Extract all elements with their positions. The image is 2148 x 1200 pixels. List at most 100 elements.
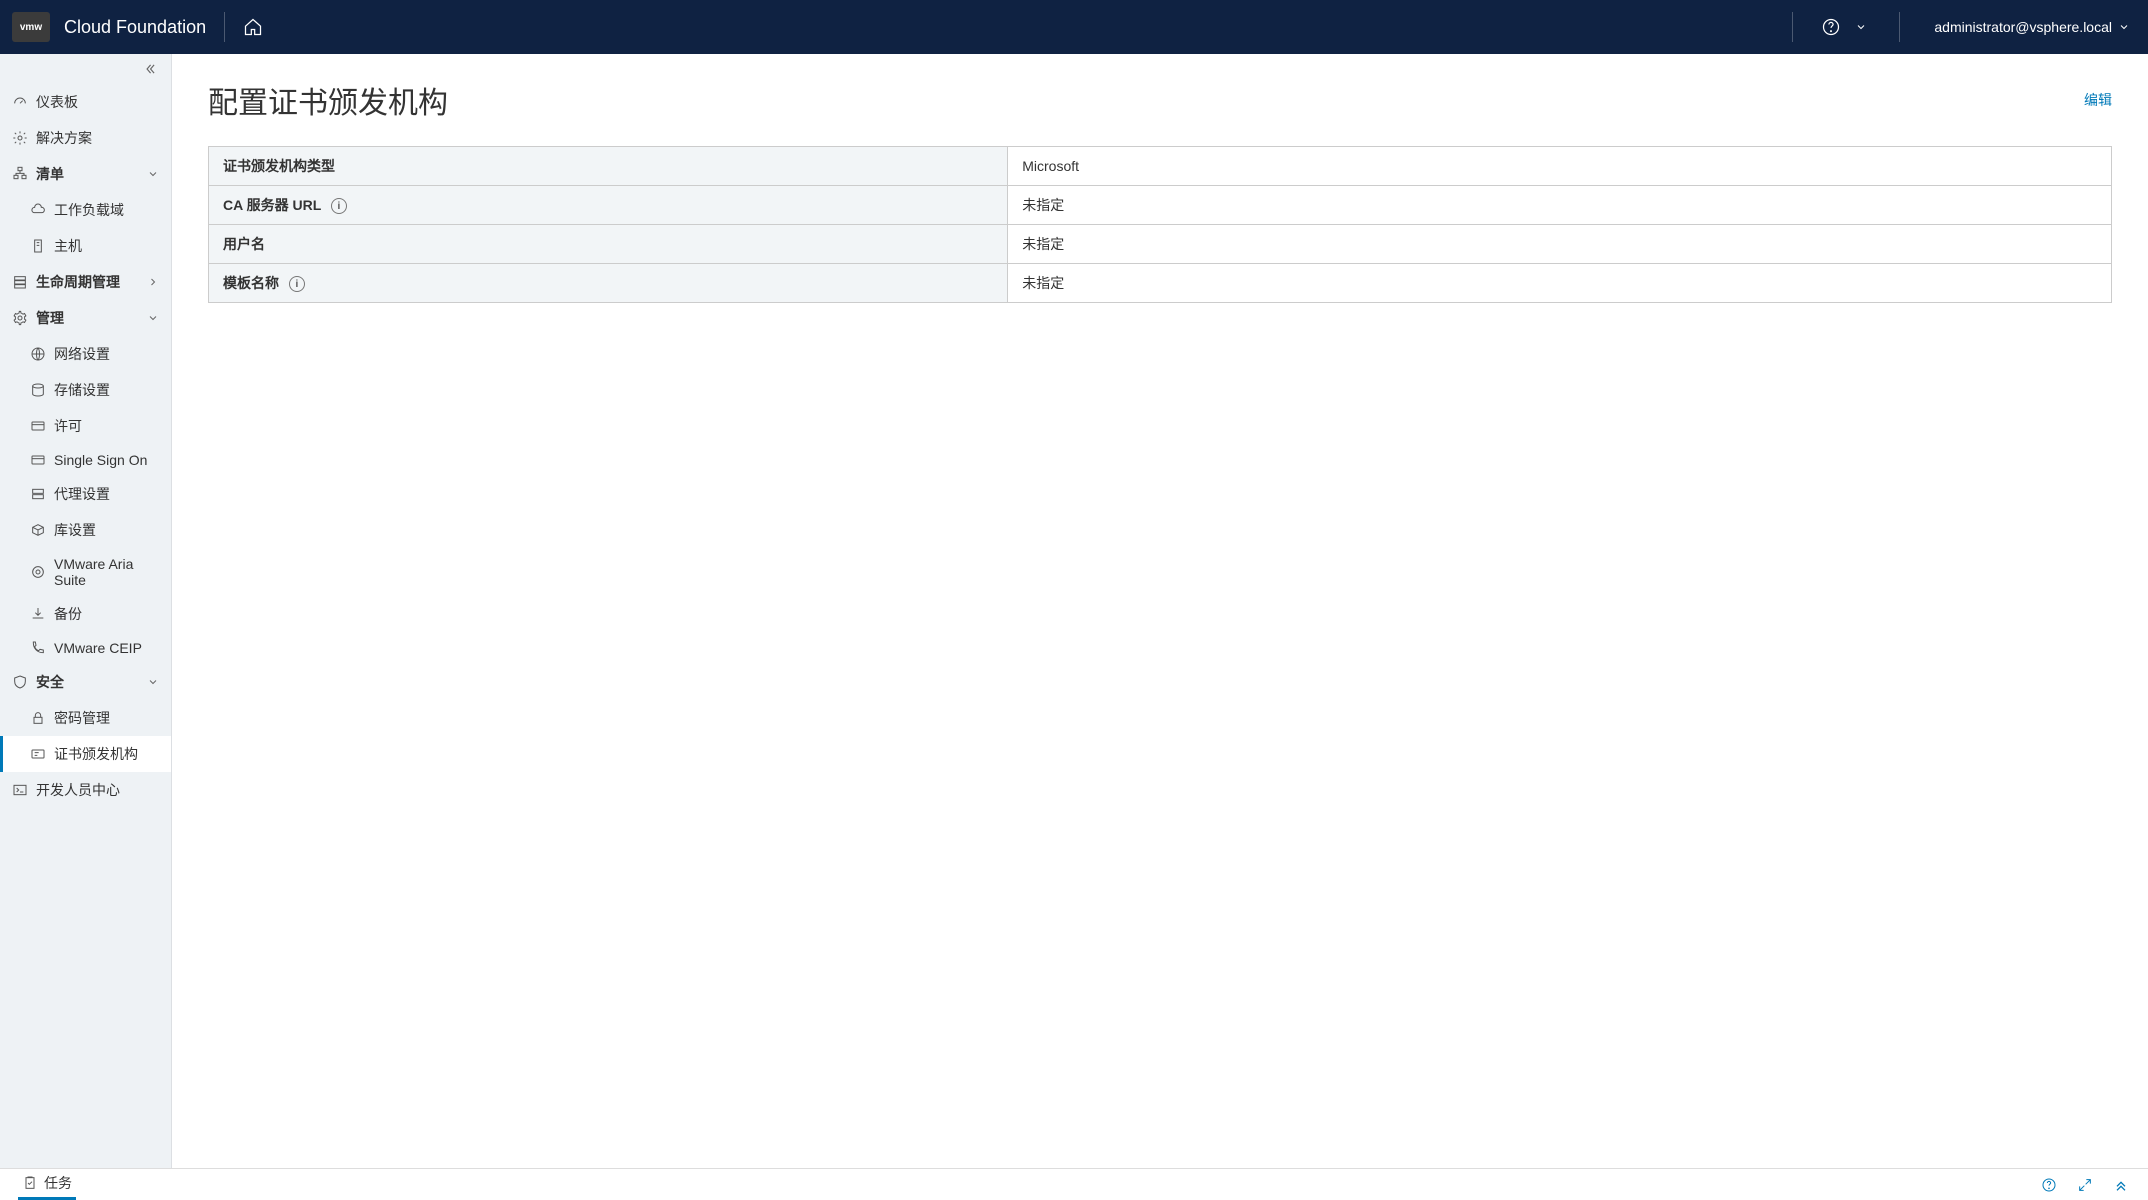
phone-icon <box>30 640 46 656</box>
sidebar-item-label: 代理设置 <box>54 484 110 504</box>
host-icon <box>30 238 46 254</box>
globe-icon <box>30 346 46 362</box>
sidebar-item-proxy[interactable]: 代理设置 <box>0 476 171 512</box>
gear-icon <box>12 130 28 146</box>
table-row: 模板名称 i 未指定 <box>209 264 2112 303</box>
sidebar-item-label: 安全 <box>36 672 64 692</box>
sidebar-item-hosts[interactable]: 主机 <box>0 228 171 264</box>
row-label: 证书颁发机构类型 <box>209 147 1008 186</box>
expand-icon[interactable] <box>2076 1176 2094 1194</box>
server-icon <box>30 486 46 502</box>
edit-button[interactable]: 编辑 <box>2084 92 2112 108</box>
storage-icon <box>30 382 46 398</box>
row-value: 未指定 <box>1008 225 2112 264</box>
chevron-right-icon <box>147 276 159 288</box>
sidebar-item-label: 证书颁发机构 <box>54 744 138 764</box>
chevron-down-icon[interactable] <box>1851 17 1871 37</box>
sidebar-item-label: 存储设置 <box>54 380 110 400</box>
sidebar-item-lifecycle[interactable]: 生命周期管理 <box>0 264 171 300</box>
app-header: vmw Cloud Foundation administrator@vsphe… <box>0 0 2148 54</box>
sidebar-item-password-management[interactable]: 密码管理 <box>0 700 171 736</box>
certificate-icon <box>30 746 46 762</box>
row-label: CA 服务器 URL i <box>209 186 1008 225</box>
box-icon <box>30 522 46 538</box>
sidebar-item-depot[interactable]: 库设置 <box>0 512 171 548</box>
sidebar-item-label: 密码管理 <box>54 708 110 728</box>
product-name: Cloud Foundation <box>64 17 206 38</box>
sidebar-item-label: VMware CEIP <box>54 640 142 656</box>
lock-icon <box>30 710 46 726</box>
sidebar-item-solutions[interactable]: 解决方案 <box>0 120 171 156</box>
sidebar-item-certificate-authority[interactable]: 证书颁发机构 <box>0 736 171 772</box>
footer-bar: 任务 <box>0 1168 2148 1200</box>
sidebar-item-dashboard[interactable]: 仪表板 <box>0 84 171 120</box>
chevron-down-icon <box>147 676 159 688</box>
home-icon[interactable] <box>243 17 263 37</box>
row-value: 未指定 <box>1008 186 2112 225</box>
tasks-tab[interactable]: 任务 <box>18 1169 76 1200</box>
sidebar-item-ceip[interactable]: VMware CEIP <box>0 632 171 664</box>
sidebar-item-label: 管理 <box>36 308 64 328</box>
sidebar-item-inventory[interactable]: 清单 <box>0 156 171 192</box>
row-label-text: 模板名称 <box>223 275 279 291</box>
main-content: 配置证书颁发机构 编辑 证书颁发机构类型 Microsoft CA 服务器 UR… <box>172 54 2148 1168</box>
page-title: 配置证书颁发机构 <box>208 78 448 122</box>
sidebar-item-storage[interactable]: 存储设置 <box>0 372 171 408</box>
collapse-up-icon[interactable] <box>2112 1176 2130 1194</box>
user-name: administrator@vsphere.local <box>1934 19 2112 35</box>
sidebar-item-aria[interactable]: VMware Aria Suite <box>0 548 171 596</box>
sidebar-item-developer-center[interactable]: 开发人员中心 <box>0 772 171 808</box>
row-value: 未指定 <box>1008 264 2112 303</box>
sidebar-item-label: 仪表板 <box>36 92 78 112</box>
sidebar-collapse-button[interactable] <box>0 54 171 84</box>
gauge-icon <box>12 94 28 110</box>
card-icon <box>30 452 46 468</box>
sidebar: 仪表板 解决方案 清单 工作负载域 主机 生命周期管理 <box>0 54 172 1168</box>
tasks-label: 任务 <box>44 1173 72 1193</box>
sidebar-item-label: Single Sign On <box>54 452 147 468</box>
sidebar-item-label: 网络设置 <box>54 344 110 364</box>
header-divider <box>224 12 225 42</box>
sidebar-item-label: 生命周期管理 <box>36 272 120 292</box>
sidebar-nav: 仪表板 解决方案 清单 工作负载域 主机 生命周期管理 <box>0 84 171 1168</box>
row-label: 用户名 <box>209 225 1008 264</box>
hierarchy-icon <box>12 166 28 182</box>
shield-icon <box>12 674 28 690</box>
sidebar-item-sso[interactable]: Single Sign On <box>0 444 171 476</box>
clipboard-icon <box>22 1175 38 1191</box>
terminal-icon <box>12 782 28 798</box>
sidebar-item-label: 主机 <box>54 236 82 256</box>
info-icon[interactable]: i <box>331 198 347 214</box>
footer-help-icon[interactable] <box>2040 1176 2058 1194</box>
stack-icon <box>12 274 28 290</box>
sidebar-item-label: 开发人员中心 <box>36 780 120 800</box>
sidebar-item-licensing[interactable]: 许可 <box>0 408 171 444</box>
sidebar-item-label: 解决方案 <box>36 128 92 148</box>
cloud-icon <box>30 202 46 218</box>
sidebar-item-workload-domains[interactable]: 工作负载域 <box>0 192 171 228</box>
card-icon <box>30 418 46 434</box>
sidebar-item-label: 清单 <box>36 164 64 184</box>
sidebar-item-label: 工作负载域 <box>54 200 124 220</box>
sidebar-item-label: 库设置 <box>54 520 96 540</box>
help-icon[interactable] <box>1821 17 1841 37</box>
table-row: 用户名 未指定 <box>209 225 2112 264</box>
sidebar-item-administration[interactable]: 管理 <box>0 300 171 336</box>
header-divider <box>1792 12 1793 42</box>
row-label-text: CA 服务器 URL <box>223 197 321 213</box>
vmware-logo: vmw <box>12 12 50 42</box>
info-icon[interactable]: i <box>289 276 305 292</box>
sidebar-item-label: VMware Aria Suite <box>54 556 159 588</box>
header-right: administrator@vsphere.local <box>1774 12 2136 42</box>
row-value: Microsoft <box>1008 147 2112 186</box>
table-row: 证书颁发机构类型 Microsoft <box>209 147 2112 186</box>
row-label: 模板名称 i <box>209 264 1008 303</box>
sidebar-item-network[interactable]: 网络设置 <box>0 336 171 372</box>
user-menu[interactable]: administrator@vsphere.local <box>1928 19 2136 35</box>
sidebar-item-label: 许可 <box>54 416 82 436</box>
sidebar-item-security[interactable]: 安全 <box>0 664 171 700</box>
chevron-down-icon <box>147 312 159 324</box>
sidebar-item-label: 备份 <box>54 604 82 624</box>
ca-config-table: 证书颁发机构类型 Microsoft CA 服务器 URL i 未指定 用户名 … <box>208 146 2112 303</box>
sidebar-item-backup[interactable]: 备份 <box>0 596 171 632</box>
